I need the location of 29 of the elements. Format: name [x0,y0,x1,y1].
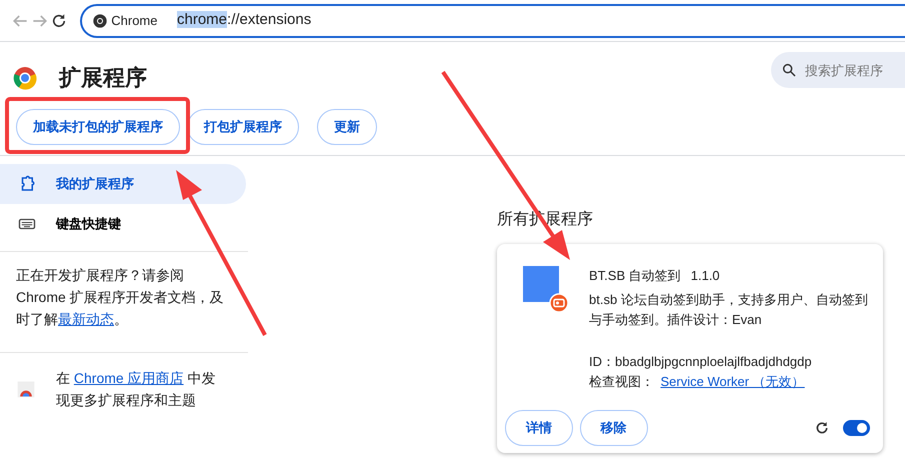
card-button[interactable]: 详情 [505,410,573,446]
enable-toggle[interactable] [843,420,870,436]
latest-news-link[interactable]: 最新动态 [58,310,114,326]
web-store-link[interactable]: Chrome 应用商店 [74,370,184,386]
page-title: 扩展程序 [59,64,147,92]
dev-note-text: 正在开发扩展程序？请参阅 Chrome 扩展程序开发者文档，及时了解最新动态。 [15,266,225,328]
toolbar-button[interactable]: 加载未打包的扩展程序 [16,109,180,145]
extension-icon [523,266,569,312]
extension-id: ID：bbadglbjpgcnnploelajlfbadjdhdgdp [589,353,813,371]
address-chip[interactable]: Chrome [111,10,158,30]
sidebar-item[interactable]: 键盘快捷键 [0,204,246,244]
reload-icon[interactable] [50,12,68,30]
toolbar-button[interactable]: 更新 [317,109,377,145]
reload-icon[interactable] [814,420,830,436]
search-icon [781,62,797,78]
inspect-label: 检查视图： [589,374,654,389]
chrome-icon [92,12,108,28]
card-button[interactable]: 移除 [580,410,648,446]
extension-name: BT.SB 自动签到 [589,267,681,285]
web-store-icon [16,378,36,398]
chrome-logo [13,66,37,90]
service-worker-link[interactable]: Service Worker （无效） [660,374,805,389]
toolbar-button[interactable]: 打包扩展程序 [187,109,299,145]
extension-description: bt.sb 论坛自动签到助手，支持多用户、自动签到与手动签到。插件设计：Evan [589,291,869,329]
sidebar-item[interactable]: 我的扩展程序 [0,164,246,204]
search-field[interactable]: 搜索扩展程序 [771,52,905,88]
url-text[interactable]: chrome://extensions [177,9,312,32]
web-store-text: 在 Chrome 应用商店 中发现更多扩展程序和主题 [56,368,216,410]
version-text: 1.1.0 [690,267,720,285]
